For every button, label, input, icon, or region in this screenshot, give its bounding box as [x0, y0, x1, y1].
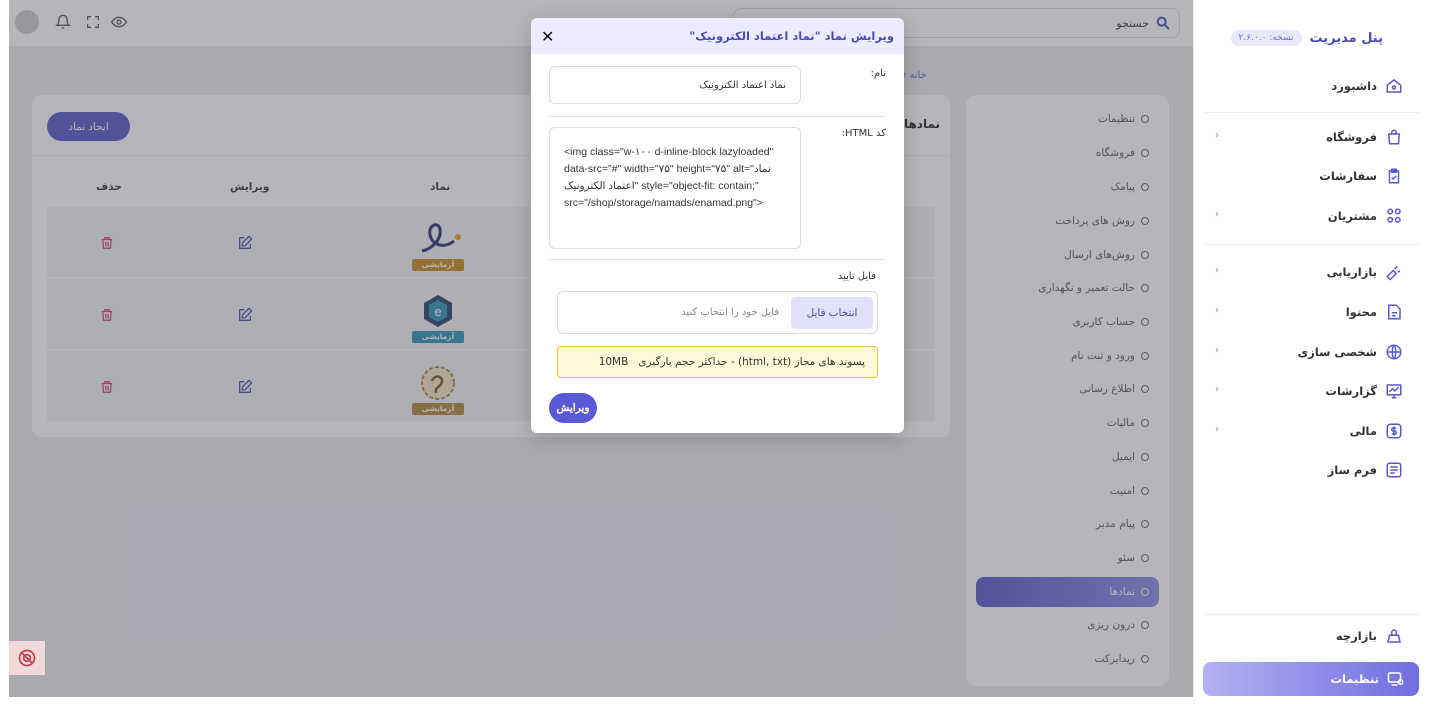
- chevron-left-icon: ‹: [1215, 265, 1219, 276]
- order-icon: [1385, 167, 1403, 185]
- modal-header: ویرایش نماد "نماد اعتماد الکترونیک" ✕: [531, 18, 904, 54]
- sidebar: پنل مدیریت نسخه: ۲.۶.۰.۰ داشبورد فروشگاه…: [1193, 0, 1431, 704]
- form-icon: [1385, 461, 1403, 479]
- sidebar-item-content[interactable]: محتوا ‹: [1193, 298, 1431, 326]
- choose-file-button[interactable]: انتخاب فایل: [791, 296, 873, 329]
- chevron-left-icon: ‹: [1215, 130, 1219, 141]
- dollar-icon: [1385, 422, 1403, 440]
- chevron-left-icon: ‹: [1215, 345, 1219, 356]
- bug-report-button[interactable]: [9, 641, 45, 675]
- html-code-field[interactable]: <img class="w-۱۰۰ d-inline-block lazyloa…: [549, 127, 801, 249]
- sidebar-item-market[interactable]: بازارچه: [1193, 622, 1431, 650]
- users-icon: [1385, 207, 1403, 225]
- home-icon: [1385, 77, 1403, 95]
- brand-title: پنل مدیریت: [1309, 30, 1384, 46]
- close-icon[interactable]: ✕: [541, 27, 554, 46]
- file-placeholder: فایل خود را انتخاب کنید: [681, 307, 779, 318]
- market-icon: [1385, 627, 1403, 645]
- divider: [549, 116, 885, 117]
- html-code-label: کد HTML:: [841, 128, 886, 139]
- sidebar-item-shop[interactable]: فروشگاه ‹: [1193, 123, 1431, 151]
- divider: [549, 259, 885, 260]
- edit-namad-modal: ویرایش نماد "نماد اعتماد الکترونیک" ✕ نا…: [531, 18, 904, 433]
- sidebar-item-finance[interactable]: مالی ‹: [1193, 417, 1431, 445]
- hint-size: 10MB: [598, 356, 629, 368]
- divider: [1205, 614, 1419, 615]
- chevron-left-icon: ‹: [1215, 305, 1219, 316]
- sidebar-item-orders[interactable]: سفارشات: [1193, 162, 1431, 190]
- megaphone-icon: [1385, 263, 1403, 281]
- shopping-bag-icon: [1385, 128, 1403, 146]
- hint-text: پسوند های مجاز (html, txt) - حداکثر حجم …: [638, 356, 865, 368]
- sidebar-item-personalization[interactable]: شخصی سازی ‹: [1193, 338, 1431, 366]
- globe-icon: [1385, 343, 1403, 361]
- submit-edit-button[interactable]: ویرایش: [549, 393, 597, 423]
- bug-icon: [18, 649, 36, 667]
- name-label: نام:: [870, 68, 886, 79]
- sidebar-item-marketing[interactable]: بازاریابی ‹: [1193, 258, 1431, 286]
- content-icon: [1385, 303, 1403, 321]
- sidebar-item-form-builder[interactable]: فرم ساز: [1193, 456, 1431, 484]
- chevron-left-icon: ‹: [1215, 384, 1219, 395]
- sidebar-item-settings[interactable]: تنظیمات: [1203, 662, 1419, 696]
- chevron-left-icon: ‹: [1215, 424, 1219, 435]
- divider: [1205, 244, 1419, 245]
- chevron-left-icon: ‹: [1215, 209, 1219, 220]
- modal-title: ویرایش نماد "نماد اعتماد الکترونیک": [689, 29, 894, 43]
- chart-icon: [1385, 382, 1403, 400]
- settings-monitor-icon: [1387, 670, 1405, 688]
- name-field[interactable]: [549, 66, 801, 104]
- file-upload[interactable]: انتخاب فایل فایل خود را انتخاب کنید: [557, 291, 878, 334]
- file-hint: پسوند های مجاز (html, txt) - حداکثر حجم …: [557, 346, 878, 378]
- version-badge: نسخه: ۲.۶.۰.۰: [1230, 30, 1302, 46]
- file-label: فایل تایید: [837, 271, 876, 282]
- sidebar-item-reports[interactable]: گزارشات ‹: [1193, 377, 1431, 405]
- sidebar-item-dashboard[interactable]: داشبورد: [1193, 72, 1431, 100]
- sidebar-item-customers[interactable]: مشتریان ‹: [1193, 202, 1431, 230]
- divider: [1205, 112, 1419, 113]
- brand: پنل مدیریت نسخه: ۲.۶.۰.۰: [1230, 30, 1384, 46]
